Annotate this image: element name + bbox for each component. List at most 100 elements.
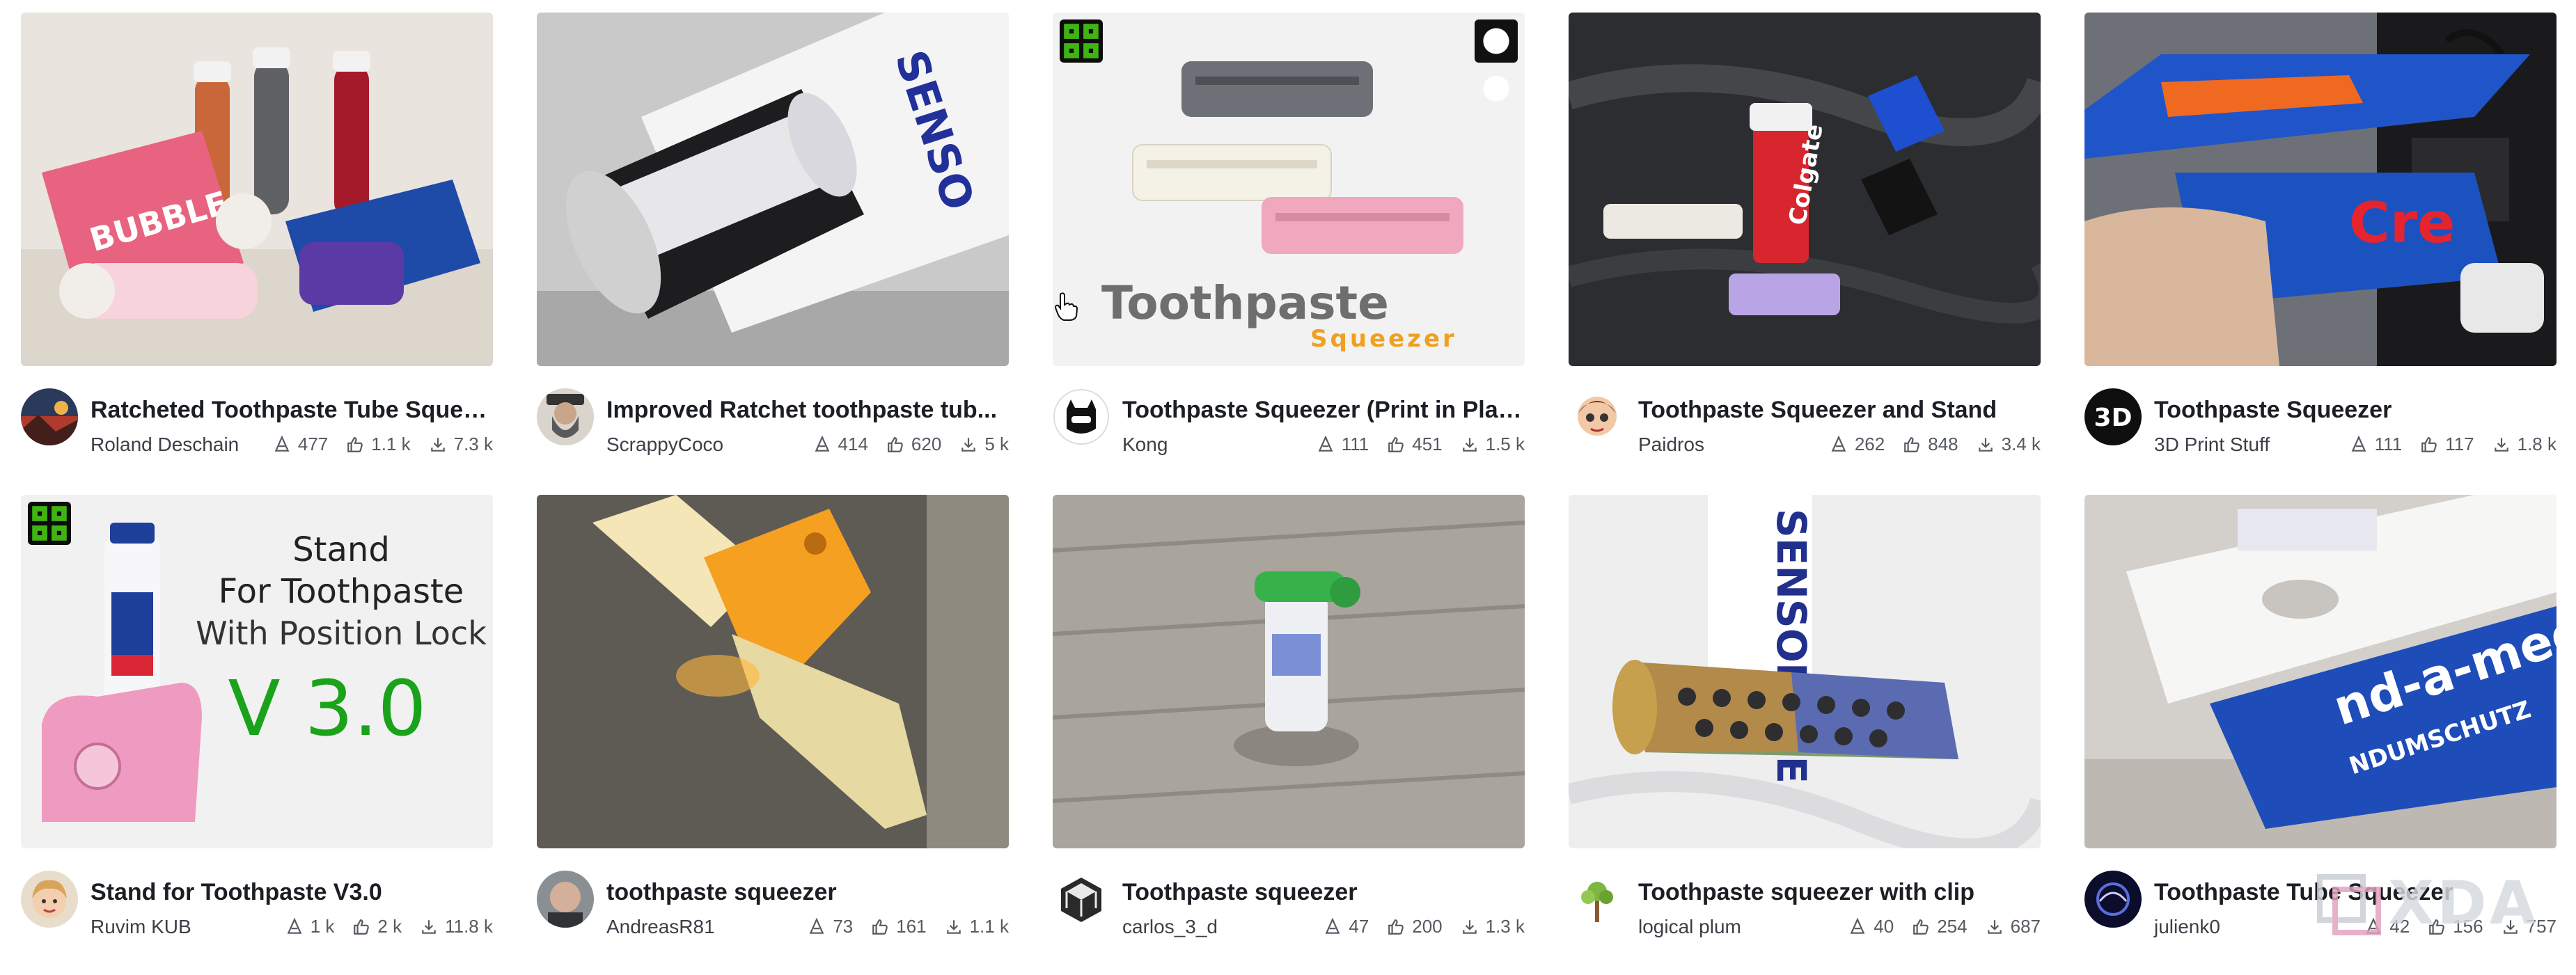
download-icon <box>1462 919 1477 934</box>
likes-stat: 451 <box>1387 434 1443 455</box>
card-title[interactable]: Stand for Toothpaste V3.0 <box>91 879 493 906</box>
card-thumbnail[interactable]: Toothpaste Squeezer <box>1053 13 1525 366</box>
author-avatar[interactable] <box>537 388 594 445</box>
thumbs-up-icon <box>888 436 903 452</box>
likes-stat: 2 k <box>352 916 402 937</box>
downloads-stat: 687 <box>1986 916 2041 937</box>
makes-icon <box>287 917 302 934</box>
card-thumbnail[interactable]: SENSODYNE <box>1569 495 2041 848</box>
likes-count: 161 <box>896 916 927 937</box>
model-card[interactable]: SENSO Improved Ratchet toothpaste tub...… <box>537 13 1009 493</box>
author-avatar[interactable] <box>1053 388 1110 445</box>
author-avatar[interactable] <box>2084 871 2142 928</box>
card-thumbnail[interactable]: Cre <box>2084 13 2557 366</box>
card-thumbnail[interactable]: BUBBLE <box>21 13 493 366</box>
likes-stat: 161 <box>871 916 927 937</box>
author-name[interactable]: Ruvim KUB <box>91 916 191 938</box>
card-title[interactable]: Toothpaste squeezer <box>1122 879 1525 906</box>
card-meta: ScrappyCoco 414 620 5 k <box>606 434 1009 461</box>
likes-stat: 620 <box>886 434 941 455</box>
watermark-text: XDA <box>2388 869 2539 938</box>
xda-logo-icon <box>2317 874 2381 935</box>
likes-stat: 200 <box>1387 916 1443 937</box>
author-avatar[interactable] <box>537 871 594 928</box>
card-stats: 111 451 1.5 k <box>1317 434 1525 455</box>
printables-badge-icon <box>28 502 71 545</box>
card-stats: 73 161 1.1 k <box>808 916 1009 937</box>
likes-stat: 117 <box>2420 434 2474 455</box>
card-title[interactable]: Toothpaste Squeezer (Print in Place) <box>1122 397 1525 424</box>
downloads-count: 7.3 k <box>453 434 493 454</box>
model-card[interactable]: Stand For Toothpaste With Position Lock … <box>21 495 493 975</box>
author-name[interactable]: logical plum <box>1638 916 1741 938</box>
card-thumbnail[interactable] <box>1053 495 1525 848</box>
author-avatar[interactable] <box>1053 871 1110 928</box>
card-meta: carlos_3_d 47 200 1.3 k <box>1122 916 1525 944</box>
downloads-stat: 7.3 k <box>429 434 493 455</box>
card-thumbnail[interactable]: Colgate <box>1569 13 2041 366</box>
thumbs-up-icon <box>1904 436 1920 452</box>
likes-count: 200 <box>1412 916 1443 937</box>
author-avatar[interactable] <box>1569 871 1626 928</box>
thumbs-up-icon <box>2421 436 2437 452</box>
sensodyne-tube-photo: SENSO <box>537 13 1009 366</box>
author-avatar[interactable] <box>21 388 78 445</box>
model-card[interactable]: BUBBLE Ratcheted Toothpaste Tube Squee..… <box>21 13 493 493</box>
more-options-button[interactable] <box>1475 19 1518 102</box>
thumbs-up-icon <box>1913 919 1929 935</box>
makes-icon <box>1325 917 1340 934</box>
card-title[interactable]: Toothpaste Squeezer <box>2154 397 2557 424</box>
downloads-count: 1.5 k <box>1485 434 1525 454</box>
downloads-count: 1.1 k <box>969 916 1009 937</box>
pink-stand-photo: Stand For Toothpaste With Position Lock … <box>21 495 493 848</box>
hand-printer-photo: Cre <box>2084 13 2557 366</box>
likes-count: 1.1 k <box>371 434 411 454</box>
download-icon <box>946 919 961 934</box>
colgate-tube-photo: Colgate <box>1569 13 2041 366</box>
author-name[interactable]: 3D Print Stuff <box>2154 434 2270 456</box>
downloads-count: 3.4 k <box>2001 434 2041 454</box>
squeezer-keys-photo: Toothpaste Squeezer <box>1053 13 1525 366</box>
card-meta: logical plum 40 254 687 <box>1638 916 2041 944</box>
author-avatar[interactable] <box>21 871 78 928</box>
author-name[interactable]: AndreasR81 <box>606 916 715 938</box>
makes-count: 414 <box>838 434 868 454</box>
robot-head-avatar-icon <box>1053 388 1110 445</box>
card-thumbnail[interactable]: Stand For Toothpaste With Position Lock … <box>21 495 493 848</box>
author-avatar[interactable]: 3D <box>2084 388 2142 445</box>
card-thumbnail[interactable]: SENSO <box>537 13 1009 366</box>
card-title[interactable]: toothpaste squeezer <box>606 879 1009 906</box>
author-name[interactable]: carlos_3_d <box>1122 916 1218 938</box>
downloads-count: 11.8 k <box>445 916 493 937</box>
card-title[interactable]: Toothpaste Squeezer and Stand <box>1638 397 2041 424</box>
model-card[interactable]: Toothpaste squeezer carlos_3_d 47 200 1.… <box>1053 495 1525 975</box>
makes-count: 1 k <box>310 916 335 937</box>
author-name[interactable]: Roland Deschain <box>91 434 239 456</box>
model-card[interactable]: toothpaste squeezer AndreasR81 73 161 1.… <box>537 495 1009 975</box>
author-name[interactable]: ScrappyCoco <box>606 434 723 456</box>
thumbs-up-icon <box>1388 919 1404 935</box>
card-title[interactable]: Ratcheted Toothpaste Tube Squee... <box>91 397 493 424</box>
card-thumbnail[interactable] <box>537 495 1009 848</box>
thumb-subtext: Squeezer <box>1310 325 1457 353</box>
model-card[interactable]: SENSODYNE Toothpaste squeezer with clip … <box>1569 495 2041 975</box>
card-stats: 1 k 2 k 11.8 k <box>285 916 493 937</box>
card-title[interactable]: Toothpaste squeezer with clip <box>1638 879 2041 906</box>
model-card[interactable]: Colgate Toothpaste Squeezer and Stand Pa… <box>1569 13 2041 493</box>
model-card[interactable]: Cre 3D Toothpaste Squeezer 3D Print Stuf… <box>2084 13 2557 493</box>
model-card[interactable]: Toothpaste Squeezer Toothpaste Squeezer … <box>1053 13 1525 493</box>
thumbs-up-icon <box>347 436 363 452</box>
makes-icon <box>1318 435 1333 452</box>
hand-cursor-icon <box>1054 292 1078 321</box>
author-name[interactable]: Kong <box>1122 434 1168 456</box>
card-thumbnail[interactable]: nd-a-med NDUMSCHUTZ <box>2084 495 2557 848</box>
card-title[interactable]: Improved Ratchet toothpaste tub... <box>606 397 1009 424</box>
makes-stat: 1 k <box>285 916 335 937</box>
makes-count: 111 <box>1341 434 1369 454</box>
author-name[interactable]: julienk0 <box>2154 916 2220 938</box>
makes-count: 262 <box>1854 434 1885 454</box>
author-name[interactable]: Paidros <box>1638 434 1704 456</box>
cartoon-avatar-icon <box>1569 388 1626 445</box>
author-avatar[interactable] <box>1569 388 1626 445</box>
card-stats: 40 254 687 <box>1848 916 2041 937</box>
